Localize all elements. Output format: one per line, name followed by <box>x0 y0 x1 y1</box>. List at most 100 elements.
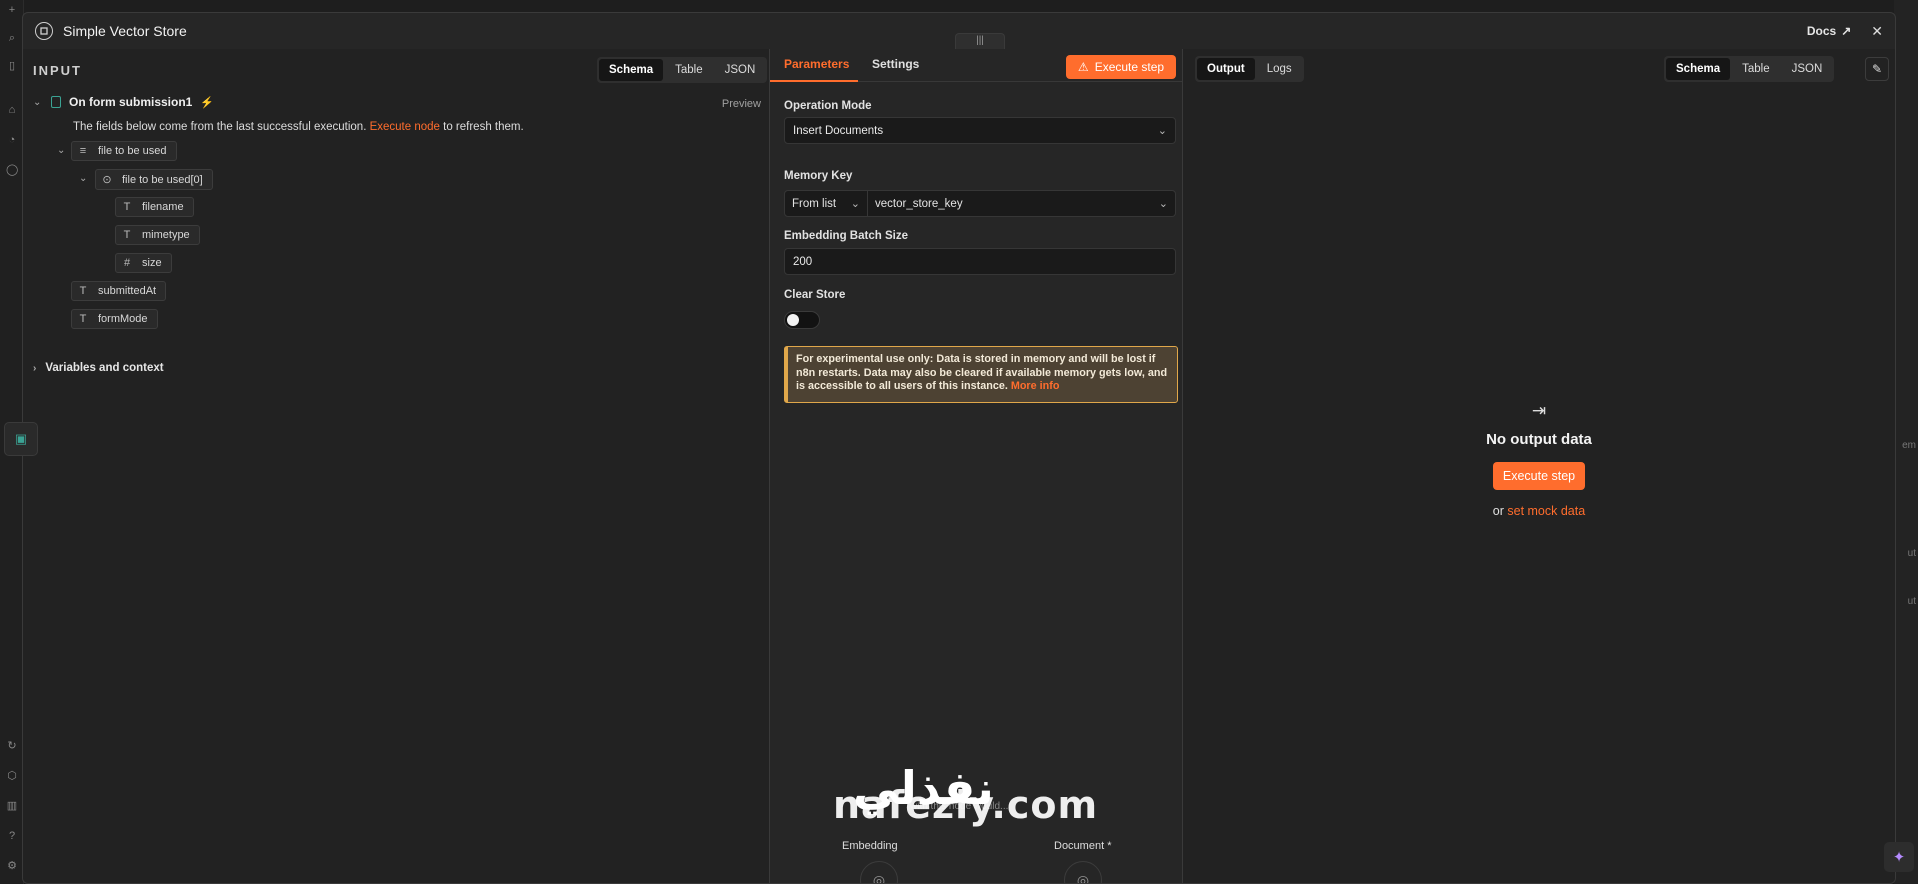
output-tabs: Output Logs <box>1195 56 1304 82</box>
operation-mode-value: Insert Documents <box>793 124 884 137</box>
document-connector[interactable]: ◎ <box>1064 861 1102 883</box>
docs-link[interactable]: Docs ↗ <box>1807 24 1851 38</box>
more-info-link[interactable]: More info <box>1011 380 1060 392</box>
input-view-tabs: Schema Table JSON <box>597 57 768 83</box>
output-execute-step-button[interactable]: Execute step <box>1492 462 1586 490</box>
chevron-down-icon[interactable]: ⌄ <box>33 97 43 108</box>
or-text: or <box>1492 504 1508 518</box>
chevron-right-icon[interactable]: › <box>33 363 36 374</box>
flask-icon: ⚠ <box>1077 60 1089 74</box>
chat-icon[interactable]: ◯ <box>6 164 18 176</box>
bolt-icon: ⚡ <box>200 96 215 109</box>
input-pane-title: INPUT <box>33 63 82 78</box>
field-label: formMode <box>98 313 148 325</box>
home-icon[interactable]: ⌂ <box>6 104 18 116</box>
schema-field[interactable]: Tmimetype <box>115 225 200 245</box>
embedding-connector[interactable]: ◎ <box>860 861 898 884</box>
user-icon[interactable]: ◔ <box>6 134 18 146</box>
clear-store-toggle[interactable] <box>784 311 820 329</box>
right-strip-text-2: ut <box>1907 548 1916 559</box>
trigger-row[interactable]: ⌄ On form submission1 ⚡ <box>33 95 214 109</box>
text-type-icon: T <box>123 201 131 213</box>
close-icon[interactable]: ✕ <box>1871 23 1883 40</box>
set-mock-data-link[interactable]: set mock data <box>1507 504 1585 518</box>
output-tab-json[interactable]: JSON <box>1782 58 1833 80</box>
memory-key-label: Memory Key <box>784 170 853 182</box>
clear-store-label: Clear Store <box>784 289 846 301</box>
settings-icon[interactable]: ⚙ <box>6 860 18 872</box>
chevron-down-icon[interactable]: ⌄ <box>57 145 65 156</box>
tab-output[interactable]: Output <box>1197 58 1255 80</box>
panel-icon[interactable]: ▯ <box>6 60 18 72</box>
parameters-pane: Parameters Settings ⚠ Execute step Opera… <box>769 49 1183 883</box>
execute-step-label: Execute step <box>1094 60 1165 74</box>
tab-logs[interactable]: Logs <box>1257 58 1302 80</box>
tab-parameters[interactable]: Parameters <box>784 57 849 71</box>
input-tab-schema[interactable]: Schema <box>599 59 664 81</box>
batch-size-input[interactable]: 200 <box>784 248 1176 275</box>
toggle-knob <box>787 314 799 326</box>
canvas-right-strip: em ut ut <box>1894 0 1918 884</box>
tab-settings[interactable]: Settings <box>872 57 919 71</box>
operation-mode-select[interactable]: Insert Documents ⌄ <box>784 117 1176 144</box>
pencil-icon: ✎ <box>1871 62 1883 76</box>
help-icon[interactable]: ? <box>6 830 18 842</box>
clipboard-icon[interactable]: ▣ <box>4 422 38 456</box>
schema-field[interactable]: # size <box>115 253 172 273</box>
operation-mode-label: Operation Mode <box>784 100 872 112</box>
active-tab-indicator <box>770 80 858 82</box>
chevron-down-icon[interactable]: ⌄ <box>79 173 87 184</box>
plus-icon[interactable]: + <box>6 4 18 16</box>
object-icon: ⊙ <box>102 174 112 186</box>
empty-output-state: ⇥ No output data Execute step or set moc… <box>1183 401 1895 518</box>
variables-label: Variables and context <box>45 362 164 374</box>
field-label: file to be used[0] <box>122 173 203 186</box>
text-type-icon: T <box>79 313 87 325</box>
schema-field[interactable]: ≡ file to be used <box>71 141 177 161</box>
memory-key-select[interactable]: vector_store_key ⌄ <box>868 190 1176 217</box>
field-label: file to be used <box>98 145 167 157</box>
add-icon: ◎ <box>872 871 886 884</box>
drag-handle[interactable]: ||| <box>955 33 1005 49</box>
memory-key-mode: From list <box>792 197 837 210</box>
experimental-notice: For experimental use only: Data is store… <box>784 346 1178 403</box>
refresh-icon[interactable]: ↻ <box>6 740 18 752</box>
batch-size-value: 200 <box>793 255 813 268</box>
ai-assistant-icon[interactable]: ✦ <box>1884 842 1914 872</box>
chevron-down-icon: ⌄ <box>1157 125 1167 137</box>
output-tab-schema[interactable]: Schema <box>1666 58 1731 80</box>
output-tab-table[interactable]: Table <box>1732 58 1780 80</box>
stats-icon[interactable]: ▥ <box>6 800 18 812</box>
schema-field[interactable]: TformMode <box>71 309 158 329</box>
docs-label: Docs <box>1806 24 1837 38</box>
input-tab-table[interactable]: Table <box>665 59 713 81</box>
field-label: filename <box>142 201 184 213</box>
edit-output-button[interactable]: ✎ <box>1865 57 1889 81</box>
mock-data-line: or set mock data <box>1183 504 1895 518</box>
memory-key-mode-select[interactable]: From list ⌄ <box>784 190 868 217</box>
box-icon[interactable]: ⬡ <box>6 770 18 782</box>
empty-output-title: No output data <box>1486 431 1592 448</box>
output-pane: Output Logs Schema Table JSON ✎ ⇥ No out… <box>1183 49 1895 883</box>
execute-step-button[interactable]: ⚠ Execute step <box>1066 55 1176 79</box>
schema-field[interactable]: ⊙ file to be used[0] <box>95 169 213 190</box>
modal-title: Simple Vector Store <box>63 23 187 39</box>
search-icon[interactable]: ⌕ <box>6 32 18 44</box>
form-trigger-icon <box>51 96 61 108</box>
array-icon: ≡ <box>79 145 87 157</box>
document-connector-label: Document * <box>1054 840 1112 852</box>
info-prefix: The fields below come from the last succ… <box>73 121 370 133</box>
variables-context-row[interactable]: › Variables and context <box>33 362 164 374</box>
right-strip-text-1: em <box>1902 440 1916 451</box>
field-label: size <box>142 257 162 269</box>
schema-field[interactable]: Tfilename <box>115 197 194 217</box>
text-type-icon: T <box>123 229 131 241</box>
execution-info: The fields below come from the last succ… <box>73 121 524 133</box>
field-label: submittedAt <box>98 285 157 297</box>
input-pane: INPUT Schema Table JSON ⌄ On form submis… <box>23 49 769 883</box>
execute-node-link[interactable]: Execute node <box>370 121 440 133</box>
schema-field[interactable]: TsubmittedAt <box>71 281 167 301</box>
trigger-name: On form submission1 <box>69 95 193 109</box>
input-tab-json[interactable]: JSON <box>715 59 766 81</box>
memory-key-value: vector_store_key <box>875 197 963 210</box>
